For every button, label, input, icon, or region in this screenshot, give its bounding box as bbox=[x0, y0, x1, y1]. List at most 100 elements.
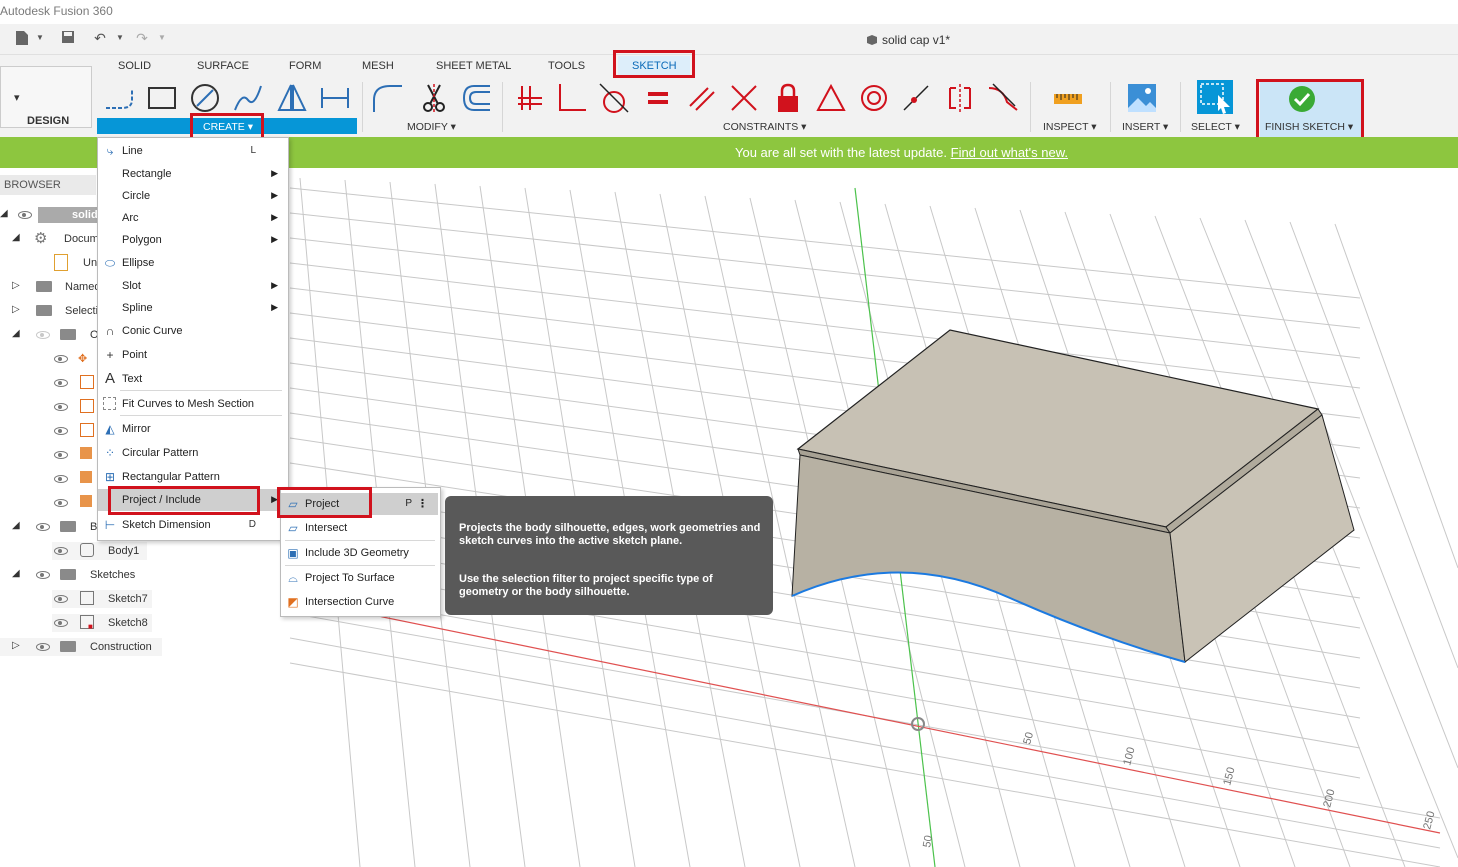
browser-item-sketch7[interactable]: Sketch7 bbox=[52, 590, 152, 608]
banner-message: You are all set with the latest update. bbox=[735, 145, 947, 160]
modify-group-button[interactable]: MODIFY ▾ bbox=[407, 121, 456, 133]
offset-tool-icon[interactable] bbox=[460, 82, 492, 114]
highlight-create-button bbox=[190, 113, 264, 140]
midpoint-triangle-icon[interactable] bbox=[815, 82, 847, 114]
origin-child-row[interactable] bbox=[52, 422, 97, 440]
submenu-item-project-to-surface[interactable]: ⌓ Project To Surface bbox=[281, 567, 438, 589]
tab-surface[interactable]: SURFACE bbox=[197, 60, 249, 72]
redo-dropdown-icon[interactable]: ▼ bbox=[154, 30, 170, 46]
rectangular-pattern-icon: ⊞ bbox=[104, 470, 116, 484]
rectangle-tool-icon[interactable] bbox=[146, 82, 178, 114]
browser-item-sketch8[interactable]: ■ Sketch8 bbox=[52, 614, 152, 632]
origin-child-row[interactable] bbox=[52, 374, 97, 392]
symmetry-constraint-icon[interactable] bbox=[944, 82, 976, 114]
submenu-item-include-3d-geometry[interactable]: ▣ Include 3D Geometry bbox=[281, 542, 438, 564]
intersection-curve-icon: ◩ bbox=[287, 595, 299, 609]
menu-item-sketch-dimension[interactable]: ⊢ Sketch Dimension D bbox=[98, 514, 286, 536]
title-bar: Autodesk Fusion 360 bbox=[0, 0, 1458, 22]
submenu-item-intersection-curve[interactable]: ◩ Intersection Curve bbox=[281, 591, 438, 613]
select-arrow-icon[interactable] bbox=[1196, 79, 1234, 115]
origin-child-row[interactable] bbox=[52, 494, 97, 512]
menu-item-circle[interactable]: Circle ▶ bbox=[98, 185, 286, 207]
highlight-sketch-tab bbox=[613, 50, 695, 78]
document-title: solid cap v1* bbox=[866, 33, 950, 47]
menu-item-polygon[interactable]: Polygon ▶ bbox=[98, 229, 286, 251]
collinear-constraint-icon[interactable] bbox=[900, 82, 932, 114]
menu-item-mirror[interactable]: ◭ Mirror bbox=[98, 418, 286, 440]
coincident-constraint-icon[interactable] bbox=[514, 82, 546, 114]
menu-item-spline[interactable]: Spline ▶ bbox=[98, 297, 286, 319]
browser-item-selection-sets[interactable]: ▷ Selecti bbox=[0, 302, 100, 320]
undo-dropdown-icon[interactable]: ▼ bbox=[112, 30, 128, 46]
curvature-constraint-icon[interactable] bbox=[987, 82, 1019, 114]
browser-item-origin[interactable]: ◢ O bbox=[0, 326, 100, 344]
inspect-group-button[interactable]: INSPECT ▾ bbox=[1043, 121, 1097, 133]
constraints-group-button[interactable]: CONSTRAINTS ▾ bbox=[723, 121, 806, 133]
measure-ruler-icon[interactable] bbox=[1052, 82, 1084, 114]
insert-group-button[interactable]: INSERT ▾ bbox=[1122, 121, 1168, 133]
tab-solid[interactable]: SOLID bbox=[118, 60, 151, 72]
dimension-tool-icon[interactable] bbox=[319, 82, 351, 114]
insert-image-icon[interactable] bbox=[1126, 82, 1158, 114]
sketch-icon bbox=[80, 591, 94, 605]
menu-item-arc[interactable]: Arc ▶ bbox=[98, 207, 286, 229]
browser-item-body1[interactable]: Body1 bbox=[52, 542, 147, 560]
browser-item-construction[interactable]: ▷ Construction bbox=[0, 638, 162, 656]
menu-item-text[interactable]: A Text bbox=[98, 368, 286, 390]
submenu-item-intersect[interactable]: ▱ Intersect bbox=[281, 517, 438, 539]
origin-child-row[interactable] bbox=[52, 446, 97, 464]
browser-item-units[interactable]: Un bbox=[0, 254, 100, 272]
redo-icon[interactable]: ↷ bbox=[134, 30, 150, 46]
menu-item-conic-curve[interactable]: ∩ Conic Curve bbox=[98, 320, 286, 342]
circular-pattern-icon: ⁘ bbox=[104, 446, 116, 460]
include-3d-geometry-icon: ▣ bbox=[287, 546, 299, 560]
conic-curve-icon: ∩ bbox=[105, 324, 115, 338]
parallel-constraint-icon[interactable] bbox=[686, 82, 718, 114]
fillet-tool-icon[interactable] bbox=[372, 82, 404, 114]
undo-icon[interactable]: ↶ bbox=[92, 30, 108, 46]
menu-item-rectangular-pattern[interactable]: ⊞ Rectangular Pattern bbox=[98, 466, 286, 488]
perpendicular-constraint-icon[interactable] bbox=[556, 82, 588, 114]
menu-item-line[interactable]: ⤷ Line L bbox=[98, 140, 286, 162]
quick-access-toolbar: ▼ ↶ ▼ ↷ ▼ bbox=[0, 24, 1458, 55]
mirror-icon: ◭ bbox=[105, 422, 115, 436]
file-dropdown-icon[interactable]: ▼ bbox=[32, 30, 48, 46]
tab-sheet-metal[interactable]: SHEET METAL bbox=[436, 60, 511, 72]
browser-item-bodies[interactable]: ◢ B bbox=[0, 518, 100, 536]
equal-constraint-icon[interactable] bbox=[642, 82, 674, 114]
origin-child-row[interactable] bbox=[52, 470, 97, 488]
tab-mesh[interactable]: MESH bbox=[362, 60, 394, 72]
menu-item-fit-curves[interactable]: Fit Curves to Mesh Section bbox=[98, 393, 286, 415]
banner-link[interactable]: Find out what's new. bbox=[951, 145, 1068, 160]
trim-tool-icon[interactable] bbox=[418, 82, 450, 114]
perpendicular-x-icon[interactable] bbox=[728, 82, 760, 114]
browser-item-root[interactable]: ◢ solid bbox=[0, 206, 100, 224]
menu-item-circular-pattern[interactable]: ⁘ Circular Pattern bbox=[98, 442, 286, 464]
origin-child-row[interactable] bbox=[52, 398, 97, 416]
tab-form[interactable]: FORM bbox=[289, 60, 321, 72]
tab-tools[interactable]: TOOLS bbox=[548, 60, 585, 72]
browser-panel-header[interactable]: BROWSER bbox=[0, 175, 96, 195]
axis-icon bbox=[80, 447, 92, 459]
menu-item-slot[interactable]: Slot ▶ bbox=[98, 275, 286, 297]
browser-item-document-settings[interactable]: ◢ ⚙ Docum bbox=[0, 230, 100, 248]
concentric-constraint-icon[interactable] bbox=[858, 82, 890, 114]
tangent-constraint-icon[interactable] bbox=[598, 82, 630, 114]
fix-unfix-lock-icon[interactable] bbox=[772, 82, 804, 114]
workspace-switcher[interactable]: DESIGN ▾ bbox=[0, 66, 92, 128]
circle-tool-icon[interactable] bbox=[189, 82, 221, 114]
menu-separator bbox=[285, 565, 435, 566]
mirror-tool-icon[interactable] bbox=[276, 82, 308, 114]
select-group-button[interactable]: SELECT ▾ bbox=[1191, 121, 1240, 133]
menu-item-rectangle[interactable]: Rectangle ▶ bbox=[98, 163, 286, 185]
menu-item-ellipse[interactable]: ⬭ Ellipse bbox=[98, 252, 286, 274]
spline-tool-icon[interactable] bbox=[232, 82, 264, 114]
origin-child-row[interactable]: ✥ bbox=[52, 350, 97, 368]
menu-item-point[interactable]: + Point bbox=[98, 344, 286, 366]
x-tick-label: 200 bbox=[1321, 788, 1337, 809]
save-icon[interactable] bbox=[60, 30, 76, 46]
browser-item-sketches[interactable]: ◢ Sketches bbox=[0, 566, 147, 584]
line-tool-icon[interactable] bbox=[104, 82, 136, 114]
browser-item-named-views[interactable]: ▷ Named bbox=[0, 278, 100, 296]
file-icon[interactable] bbox=[14, 30, 30, 46]
